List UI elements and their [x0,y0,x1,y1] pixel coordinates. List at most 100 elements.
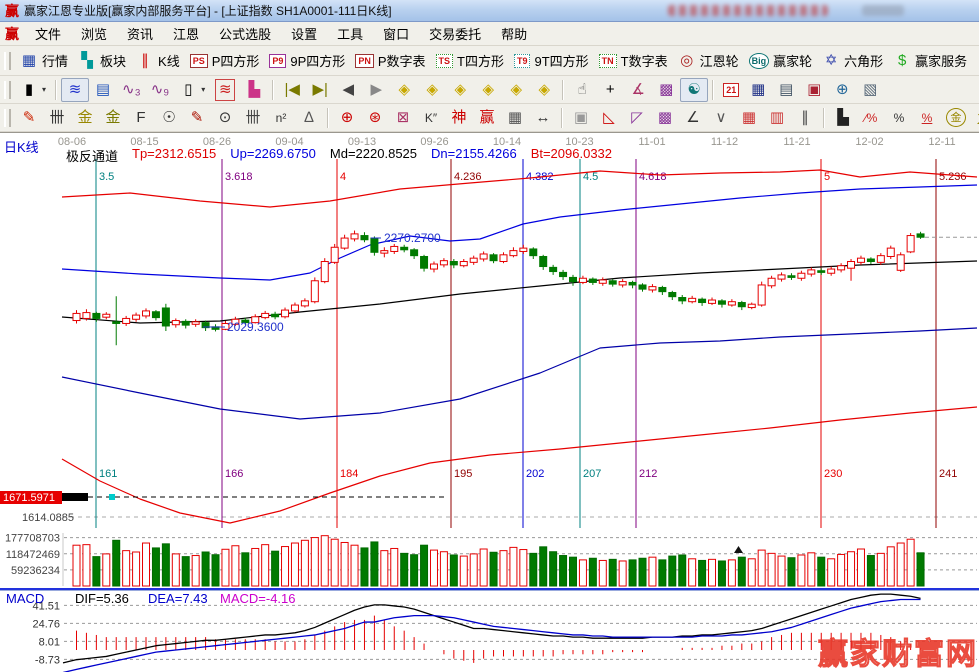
k-mark-tool[interactable]: K″ [417,106,445,130]
menu-item-6[interactable]: 工具 [327,22,373,45]
compress-all-button[interactable]: ◈ [502,78,530,102]
number-grid-tool[interactable]: ▦ [501,106,529,130]
red-grid-tool-2[interactable]: ▥ [763,106,791,130]
fib-fence-tool[interactable]: F [127,106,155,130]
expand-horizontal-button-icon: ◈ [479,80,497,100]
wave-count-9-button[interactable]: ∿₉ [146,78,175,102]
candle-body [599,280,606,283]
chart-style-dropdown[interactable]: ▮▾ [15,78,51,102]
last-bar-button[interactable]: ▶| [306,78,334,102]
winner-wheel-button[interactable]: Big赢家轮 [744,49,818,72]
pct-slope-tool[interactable]: ∕% [857,106,885,130]
shen-grid-tool[interactable]: 神 [445,106,473,130]
gann-box-button[interactable]: ▩ [652,78,680,102]
compress-all-button-icon: ◈ [507,80,525,100]
menu-item-4[interactable]: 公式选股 [209,22,281,45]
first-bar-button[interactable]: |◀ [278,78,306,102]
red-grid-tool-1[interactable]: ▦ [735,106,763,130]
kline-button[interactable]: ∥K线 [131,49,185,73]
hexagon-button[interactable]: ✡六角形 [817,49,888,73]
candle-body [321,262,328,282]
window-frame-tool[interactable]: ▣ [567,106,595,130]
note-pad-button[interactable]: ▤ [89,78,117,102]
parallel-lines-tool[interactable]: ∥ [791,106,819,130]
volume-bar [917,553,924,586]
expand-all-button[interactable]: ◈ [530,78,558,102]
gold-circle-tool[interactable]: 金 [941,106,971,129]
menu-item-2[interactable]: 资讯 [117,22,163,45]
sectors-button[interactable]: ▚板块 [73,49,131,73]
compress-left-button[interactable]: ◈ [390,78,418,102]
menu-item-8[interactable]: 交易委托 [419,22,491,45]
prev-bar-button[interactable]: ◀ [334,78,362,102]
menu-item-3[interactable]: 江恩 [163,22,209,45]
p-table-button[interactable]: PNP数字表 [350,49,430,72]
calendar-button[interactable]: 21 [718,81,744,99]
ray-fan-tool[interactable]: ◺ [595,106,623,130]
volume-profile-button[interactable]: ▙ [240,78,268,102]
candle-body [411,250,418,256]
9p-square-button[interactable]: P99P四方形 [264,49,350,72]
gann-daycount-label: 207 [583,468,601,480]
compress-right-button[interactable]: ◈ [418,78,446,102]
gann-draw-toggle[interactable]: ≋ [61,78,89,102]
trend-angles-tool[interactable]: ∠ [679,106,707,130]
pan-hand-button[interactable]: ☝ [568,78,596,102]
brush-tool[interactable]: ✎ [15,106,43,130]
menu-item-5[interactable]: 设置 [281,22,327,45]
purple-grid-tool[interactable]: ▩ [651,106,679,130]
menu-item-0[interactable]: 文件 [25,22,71,45]
workstation-button[interactable]: ▧ [856,78,884,102]
chart-canvas[interactable]: 08-0608-1508-2609-0409-1309-2610-1410-23… [0,133,979,672]
compress-horizontal-button[interactable]: ◈ [446,78,474,102]
gann-wheel-button[interactable]: ◎江恩轮 [673,49,744,73]
menu-item-7[interactable]: 窗口 [373,22,419,45]
next-bar-button[interactable]: ▶ [362,78,390,102]
gann-ratio-label: 5.236 [939,171,967,183]
star-rays-tool[interactable]: ⊛ [361,106,389,130]
gold-grid-tool-1[interactable]: 金 [71,106,99,130]
smart-analysis-toggle[interactable]: ☯ [680,78,708,102]
calculator-button[interactable]: ▦ [744,78,772,102]
time-circle-tool[interactable]: ⊙ [211,106,239,130]
volume-bar [381,551,388,586]
angle-measure-button[interactable]: ∡ [624,78,652,102]
data-export-button[interactable]: ⊕ [828,78,856,102]
gold-grid-tool-2[interactable]: 金 [99,106,127,130]
title-bar[interactable]: 赢 赢家江恩专业版[赢家内部服务平台] - [上证指数 SH1A0001-111… [0,0,979,22]
wave-count-3-button[interactable]: ∿₃ [117,78,146,102]
t-table-button[interactable]: TNT数字表 [594,49,673,72]
span-arrows-tool[interactable]: ↔ [529,106,557,130]
t-square-button[interactable]: TST四方形 [431,49,509,72]
candle-tool-dropdown[interactable]: ▯▾ [174,78,210,102]
ying-grid-tool[interactable]: 赢 [473,106,501,130]
price-grid-tool[interactable]: 卌 [239,106,267,130]
quotes-button[interactable]: ▦行情 [15,49,73,73]
percent-line-tool[interactable]: % [913,106,941,130]
fan-box-tool[interactable]: ◸ [623,106,651,130]
crosshair-button[interactable]: + [596,78,624,102]
box-target-tool[interactable]: ⊠ [389,106,417,130]
spiral-tool[interactable]: ☉ [155,106,183,130]
red-draw-toggle[interactable]: ≋ [210,77,240,103]
stat-bars-tool[interactable]: ▙ [829,106,857,130]
percent-tool[interactable]: % [885,106,913,130]
brush-tool-2[interactable]: ✎ [183,106,211,130]
gann-target-tool[interactable]: ⊕ [333,106,361,130]
expand-horizontal-button[interactable]: ◈ [474,78,502,102]
gann-grid-tool[interactable]: 卌 [43,106,71,130]
p-square-button[interactable]: PSP四方形 [185,49,265,72]
menu-item-1[interactable]: 浏览 [71,22,117,45]
report-button[interactable]: ▤ [772,78,800,102]
winner-service-button[interactable]: $赢家服务 [888,49,972,73]
gold-level-tool[interactable]: 金 [971,106,979,130]
zigzag-tool[interactable]: ∨ [707,106,735,130]
n-square-tool[interactable]: n² [267,106,295,130]
9t-square-button[interactable]: T99T四方形 [509,49,594,72]
date-label: 08-26 [203,136,231,148]
p-square-button-label: P四方形 [212,51,260,70]
menu-item-9[interactable]: 帮助 [491,22,537,45]
angle-gauge-tool[interactable]: ∆ [295,106,323,130]
save-button[interactable]: ▣ [800,78,828,102]
pan-hand-button-icon: ☝ [573,80,591,100]
